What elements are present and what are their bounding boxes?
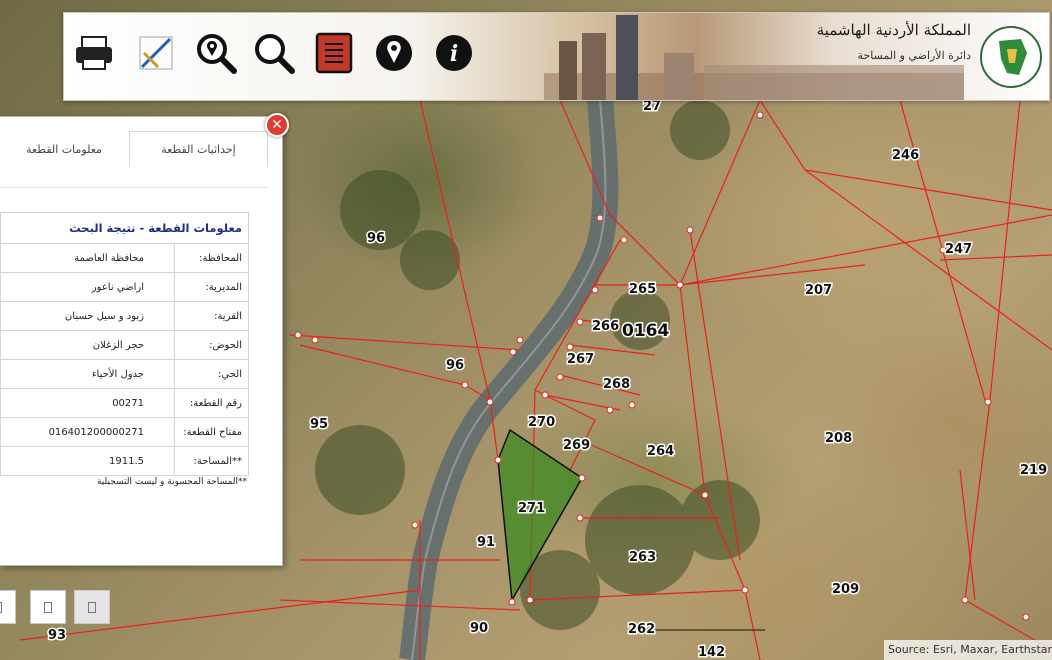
tab-divider [0, 187, 268, 188]
page-icon [88, 601, 96, 613]
area-note: **المساحة المحسوبة و ليست التسجيلية [96, 477, 247, 487]
info-value: 016401200000271 [48, 426, 144, 438]
info-value: 1911.5 [109, 455, 144, 467]
panel-title: معلومات القطعة - نتيجة البحث [0, 212, 249, 244]
info-key: المديرية: [174, 273, 248, 301]
print-icon [76, 36, 112, 70]
parcel-label-selected[interactable]: 271 [517, 500, 547, 518]
parcel-label[interactable]: 264 [646, 443, 676, 461]
draw-measure-button[interactable] [134, 31, 178, 75]
info-button[interactable]: i [432, 31, 476, 75]
block-label: 0164 [622, 321, 669, 341]
parcel-label[interactable]: 142 [697, 644, 727, 660]
parcel-label[interactable]: 267 [566, 351, 596, 369]
tab-parcel-coordinates[interactable]: إحداثيات القطعة [129, 131, 268, 167]
parcel-label[interactable]: 90 [469, 620, 490, 638]
info-row: مفتاح القطعة: 016401200000271 [0, 418, 249, 447]
location-pin-button[interactable] [372, 31, 416, 75]
parcel-label[interactable]: 263 [628, 549, 658, 567]
info-row: **المساحة: 1911.5 [0, 447, 249, 476]
parcel-info-panel: معلومات القطعة إحداثيات القطعة معلومات ا… [0, 116, 283, 566]
info-key: المحافظة: [174, 244, 248, 272]
parcel-label[interactable]: 209 [831, 581, 861, 599]
info-row: المديرية: اراضي ناعور [0, 273, 249, 302]
report-book-button[interactable] [312, 31, 356, 75]
info-icon: i [436, 35, 472, 71]
info-value: محافظة العاصمة [74, 252, 144, 264]
info-value: حجر الزغلان [92, 339, 144, 351]
parcel-label[interactable]: 208 [824, 430, 854, 448]
header-subtitle: دائرة الأراضي و المساحة [857, 49, 972, 62]
info-key: رقم القطعة: [174, 389, 248, 417]
zoom-search-icon [255, 34, 295, 74]
info-value: جدول الأحياء [91, 368, 144, 380]
page-icon [44, 601, 52, 613]
parcel-label[interactable]: 96 [366, 230, 387, 248]
header-title: المملكة الأردنية الهاشمية [816, 21, 971, 39]
parcel-label[interactable]: 247 [944, 241, 974, 259]
search-location-icon [197, 34, 237, 74]
tab-parcel-info[interactable]: معلومات القطعة [0, 131, 128, 167]
info-key: مفتاح القطعة: [174, 418, 248, 446]
parcel-label[interactable]: 95 [309, 416, 330, 434]
page-icon [0, 601, 2, 613]
info-row: الحوض: حجر الزغلان [0, 331, 249, 360]
info-row: الحي: جدول الأحياء [0, 360, 249, 389]
svg-text:i: i [450, 41, 458, 67]
map-control-button-disabled[interactable] [74, 590, 110, 624]
map-attribution: Source: Esri, Maxar, Earthstar [884, 640, 1052, 660]
zoom-search-button[interactable] [252, 31, 296, 75]
dls-logo [980, 26, 1042, 88]
parcel-label[interactable]: 219 [1019, 462, 1049, 480]
info-value: 00271 [112, 397, 144, 409]
parcel-label[interactable]: 268 [602, 376, 632, 394]
parcel-label[interactable]: 269 [562, 437, 592, 455]
parcel-label[interactable]: 266 [591, 318, 621, 336]
draw-measure-icon [139, 36, 173, 70]
parcel-label[interactable]: 27 [642, 98, 663, 116]
parcel-label[interactable]: 246 [891, 147, 921, 165]
info-row: رقم القطعة: 00271 [0, 389, 249, 418]
parcel-label[interactable]: 96 [445, 357, 466, 375]
parcel-label[interactable]: 93 [47, 627, 68, 645]
location-pin-icon [376, 35, 412, 71]
info-value: زبود و سيل حسبان [64, 310, 144, 322]
search-location-button[interactable] [194, 31, 238, 75]
parcel-label[interactable]: 270 [527, 414, 557, 432]
info-key: الحوض: [174, 331, 248, 359]
print-button[interactable] [72, 31, 116, 75]
info-key: الحي: [174, 360, 248, 388]
parcel-label[interactable]: 207 [804, 282, 834, 300]
map-control-button[interactable] [0, 590, 16, 624]
info-key: القرية: [174, 302, 248, 330]
info-key: **المساحة: [174, 447, 248, 475]
info-row: القرية: زبود و سيل حسبان [0, 302, 249, 331]
report-book-icon [315, 32, 353, 74]
info-value: اراضي ناعور [91, 281, 144, 293]
parcel-label[interactable]: 262 [627, 621, 657, 639]
header-bar: i المملكة الأردنية الهاشمية دائرة الأراض… [63, 12, 1050, 101]
parcel-label[interactable]: 91 [476, 534, 497, 552]
parcel-label[interactable]: 265 [628, 281, 658, 299]
map-control-button[interactable] [30, 590, 66, 624]
info-row: المحافظة: محافظة العاصمة [0, 244, 249, 273]
close-panel-button[interactable]: ✕ [265, 113, 289, 137]
